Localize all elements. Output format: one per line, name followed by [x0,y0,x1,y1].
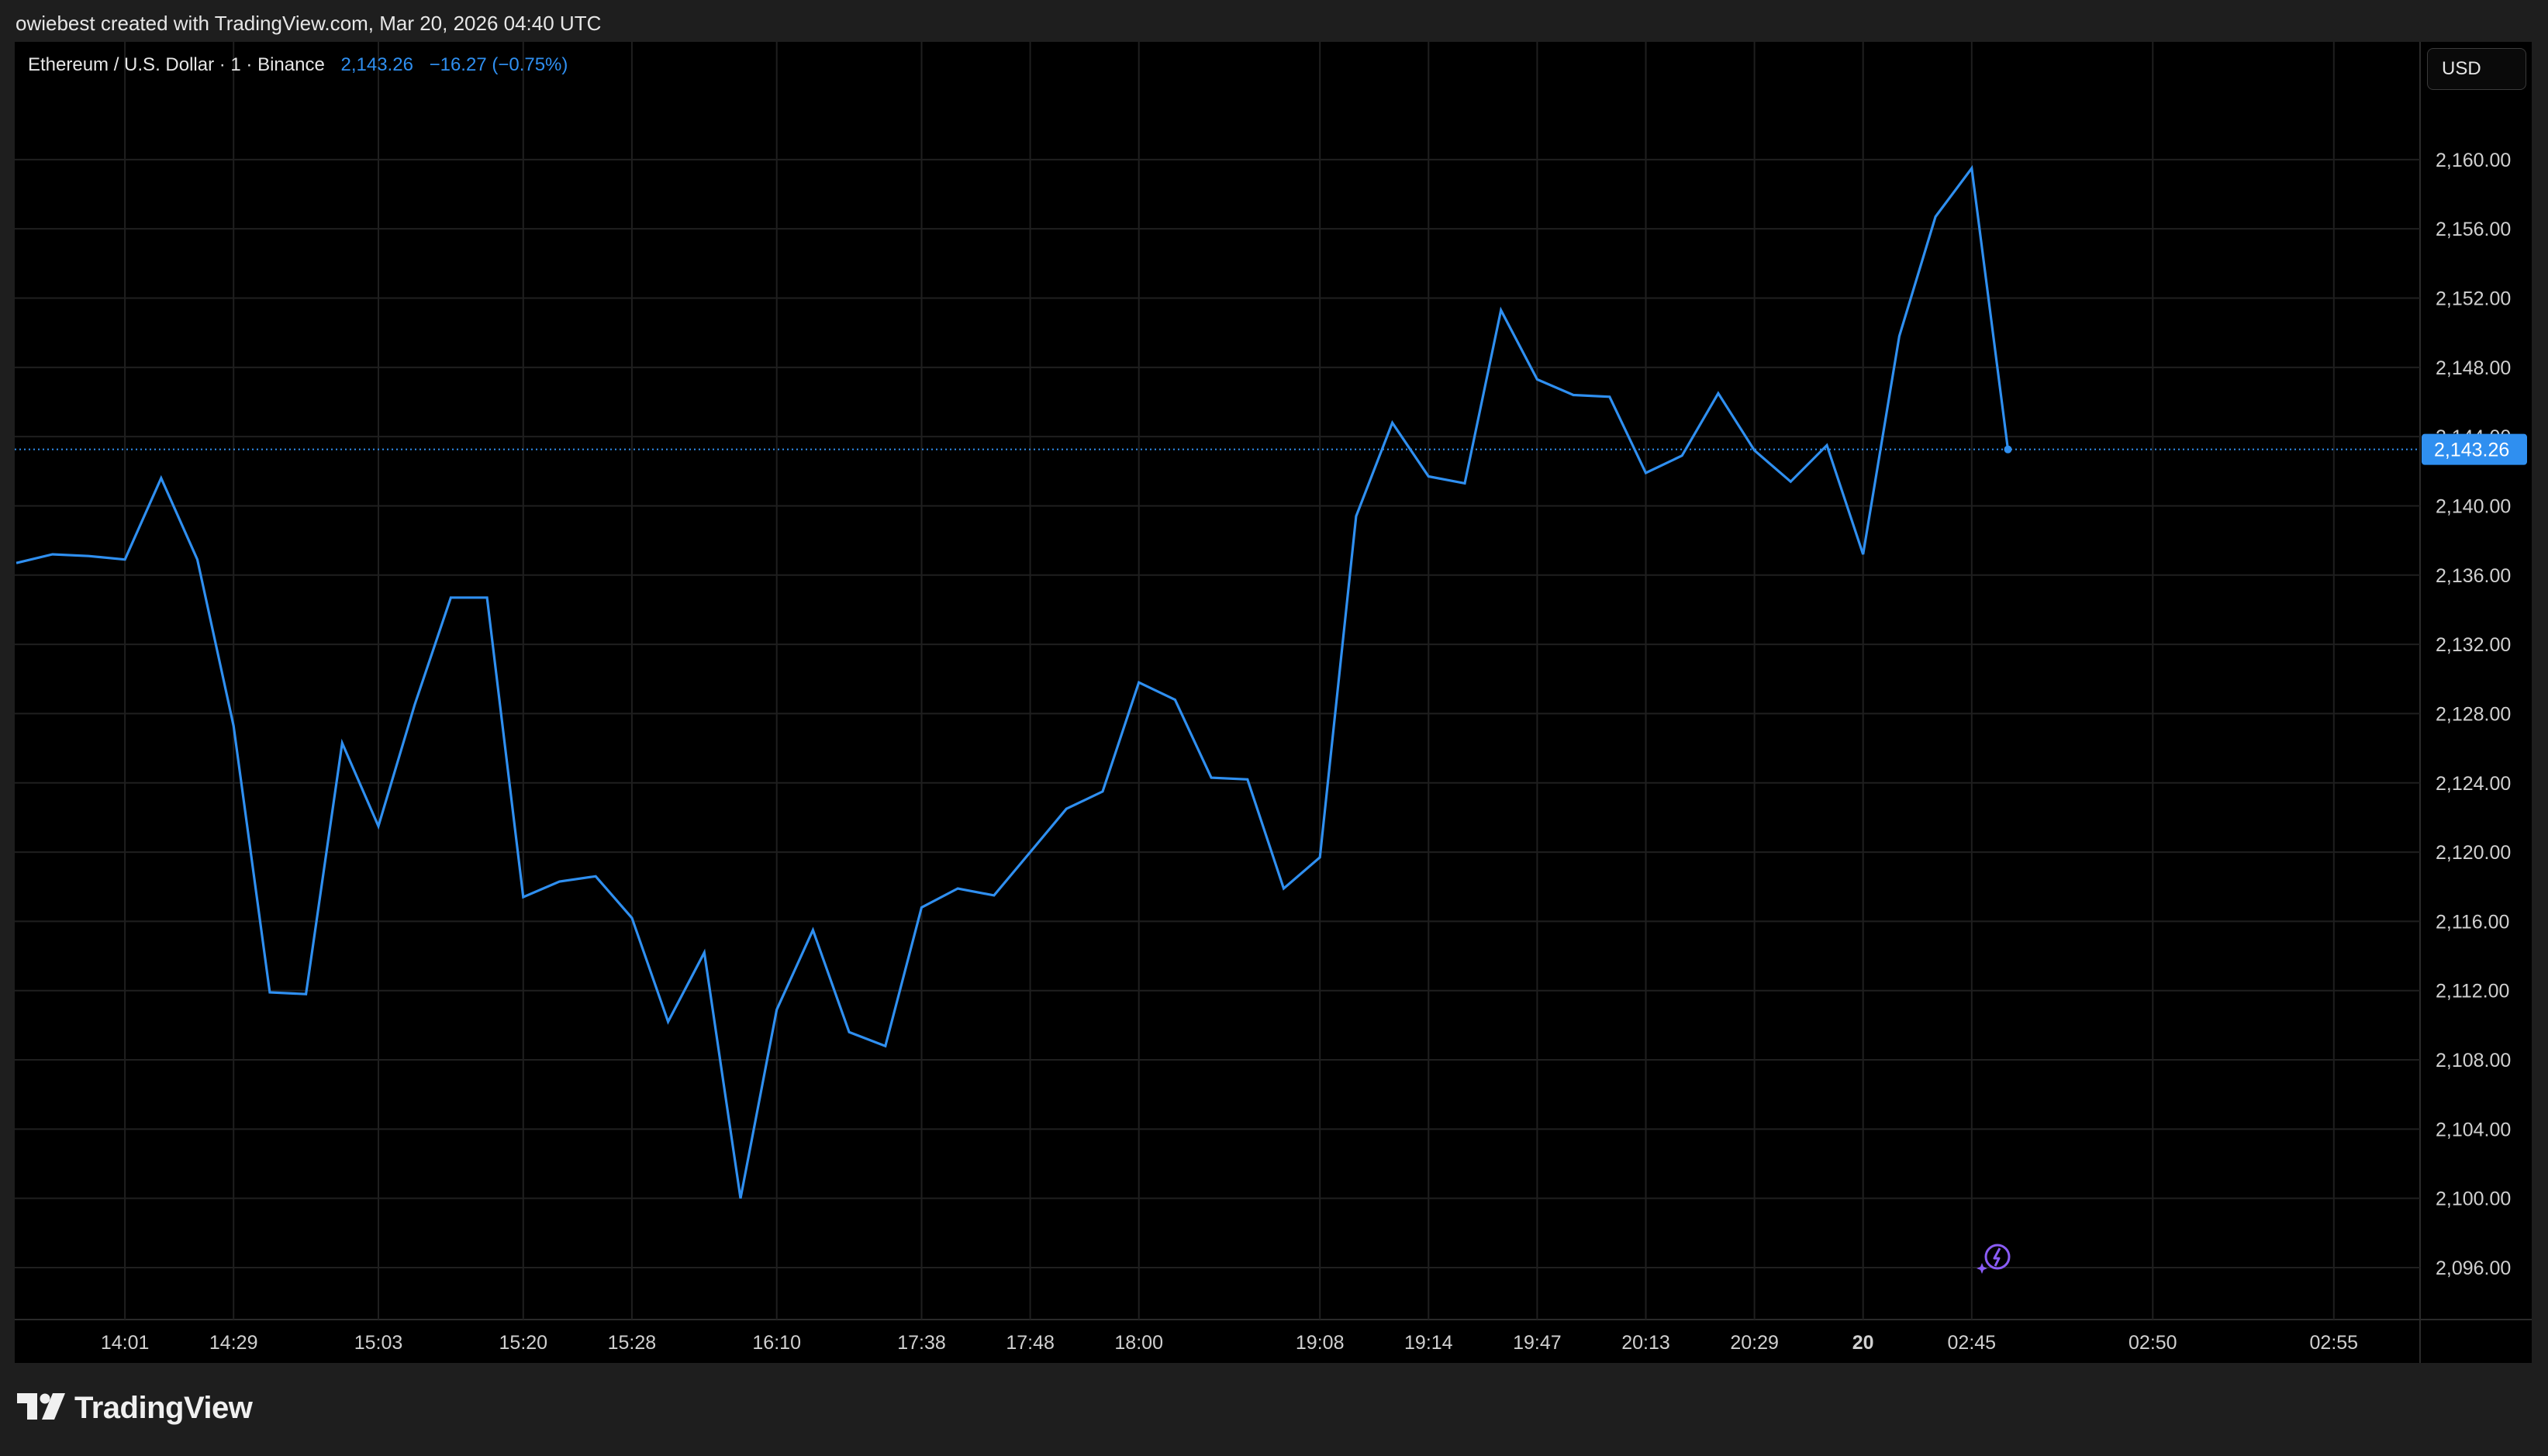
y-tick-label: 2,136.00 [2436,565,2511,587]
symbol-title[interactable]: Ethereum / U.S. Dollar · 1 · Binance [28,54,325,75]
x-tick-label: 15:28 [608,1332,657,1354]
footer-brand[interactable]: TradingView [17,1389,253,1427]
y-tick-label: 2,140.00 [2436,495,2511,517]
tradingview-logo-icon [17,1392,65,1423]
x-tick-label: 02:45 [1948,1332,1997,1354]
y-tick-label: 2,148.00 [2436,357,2511,379]
y-tick-label: 2,124.00 [2436,773,2511,795]
x-tick-label: 18:00 [1114,1332,1163,1354]
x-tick-label: 02:50 [2129,1332,2177,1354]
y-tick-label: 2,132.00 [2436,634,2511,656]
y-tick-label: 2,152.00 [2436,288,2511,309]
x-tick-label: 15:03 [354,1332,403,1354]
chart-pane[interactable]: 2,096.00 2,100.00 2,104.00 2,108.00 2,112.00… [15,42,2532,1363]
replay-icon[interactable] [1976,1240,2013,1277]
y-tick-label: 2,156.00 [2436,219,2511,240]
x-tick-label: 17:48 [1006,1332,1055,1354]
currency-button[interactable]: USD [2427,48,2526,90]
footer-brand-text: TradingView [74,1390,253,1425]
y-tick-label: 2,100.00 [2436,1189,2511,1210]
y-tick-label: 2,116.00 [2436,911,2509,933]
x-tick-label: 19:14 [1404,1332,1453,1354]
x-tick-label: 19:08 [1296,1332,1345,1354]
y-tick-label: 2,096.00 [2436,1258,2511,1279]
y-tick-label: 2,128.00 [2436,703,2511,725]
x-tick-label: 19:47 [1513,1332,1562,1354]
last-price-dot [2004,445,2012,454]
symbol-legend: Ethereum / U.S. Dollar · 1 · Binance 2,1… [28,51,568,79]
x-tick-label: 20 [1852,1332,1874,1354]
x-tick-label: 20:13 [1621,1332,1670,1354]
y-tick-label: 2,120.00 [2436,842,2511,864]
y-tick-label: 2,108.00 [2436,1050,2511,1071]
x-tick-label: 14:01 [101,1332,150,1354]
x-tick-label: 14:29 [209,1332,258,1354]
x-tick-label: 02:55 [2310,1332,2359,1354]
chart-credit-text: owiebest created with TradingView.com, M… [16,12,602,35]
x-tick-label: 17:38 [897,1332,946,1354]
last-price-badge-label: 2,143.26 [2434,440,2509,461]
x-tick-label: 15:20 [499,1332,548,1354]
price-series-line [16,164,2010,1199]
y-tick-label: 2,160.00 [2436,150,2511,171]
x-tick-label: 20:29 [1730,1332,1779,1354]
y-tick-label: 2,104.00 [2436,1119,2511,1140]
legend-price-change: −16.27 (−0.75%) [429,54,568,75]
legend-last-price: 2,143.26 [340,54,413,75]
y-tick-label: 2,112.00 [2436,981,2509,1002]
price-chart[interactable]: 2,096.00 2,100.00 2,104.00 2,108.00 2,112.00… [15,42,2532,1363]
x-tick-label: 16:10 [752,1332,801,1354]
